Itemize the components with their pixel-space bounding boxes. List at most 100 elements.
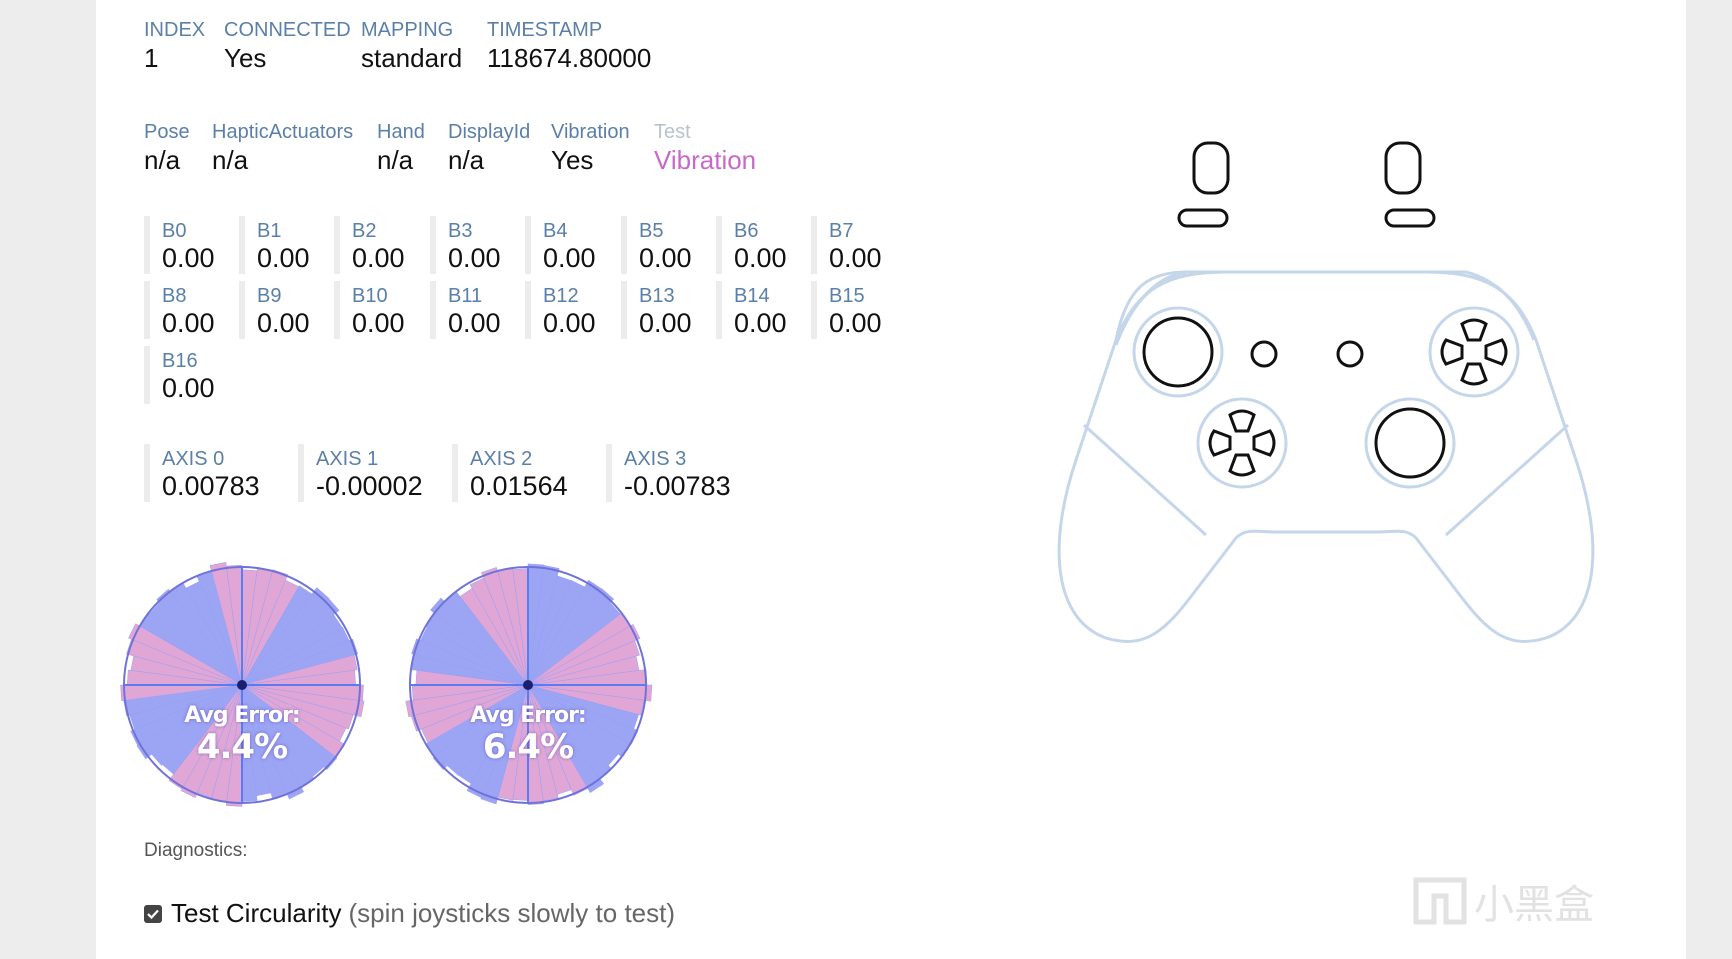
info-connected-label: CONNECTED — [224, 19, 351, 41]
button-value: 0.00 — [352, 243, 405, 273]
circularity-stick-right: Avg Error: 6.4% — [403, 560, 653, 810]
left-stick — [1142, 316, 1214, 388]
button-value: 0.00 — [448, 308, 501, 338]
left-stick-ring — [1132, 306, 1224, 398]
feature-vibration-label: Vibration — [551, 121, 630, 143]
button-value: 0.00 — [639, 243, 692, 273]
button-label: B10 — [352, 285, 388, 307]
button-label: B6 — [734, 220, 759, 242]
feature-pose-value: n/a — [144, 145, 181, 175]
scrollbar[interactable] — [1712, 0, 1732, 959]
feature-vibration: Vibration Yes — [551, 120, 630, 176]
avg-error-right-label: Avg Error: — [470, 703, 586, 728]
info-connected-value: Yes — [224, 43, 267, 73]
feature-hand-label: Hand — [377, 121, 425, 143]
button-value: 0.00 — [734, 308, 787, 338]
button-cell-b5: B5 0.00 — [621, 216, 717, 274]
avg-error-left-value: 4.4% — [196, 727, 288, 767]
button-value: 0.00 — [162, 308, 215, 338]
info-timestamp-value: 118674.80000 — [487, 43, 652, 73]
right-bumper — [1384, 208, 1436, 228]
test-circularity-row[interactable]: Test Circularity (spin joysticks slowly … — [144, 898, 675, 929]
button-cell-b10: B10 0.00 — [334, 281, 430, 339]
button-cell-b9: B9 0.00 — [239, 281, 335, 339]
axis-cell-1: AXIS 1 -0.00002 — [298, 444, 448, 502]
feature-display-label: DisplayId — [448, 121, 531, 143]
test-vibration-button[interactable]: Vibration — [654, 144, 756, 176]
info-index-value: 1 — [144, 43, 159, 73]
button-cell-b15: B15 0.00 — [811, 281, 907, 339]
button-value: 0.00 — [829, 308, 882, 338]
button-cell-b12: B12 0.00 — [525, 281, 621, 339]
face-buttons — [1440, 318, 1508, 386]
feature-display: DisplayId n/a — [448, 120, 530, 176]
button-value: 0.00 — [734, 243, 787, 273]
left-trigger — [1192, 141, 1230, 195]
axis-value: -0.00002 — [316, 471, 423, 501]
right-trigger — [1384, 141, 1422, 195]
info-index: INDEX 1 — [144, 18, 205, 74]
info-index-label: INDEX — [144, 19, 206, 41]
button-label: B9 — [257, 285, 282, 307]
button-label: B14 — [734, 285, 770, 307]
button-value: 0.00 — [162, 373, 215, 403]
checkmark-icon — [147, 909, 159, 919]
feature-vibration-value: Yes — [551, 145, 594, 175]
button-value: 0.00 — [543, 308, 596, 338]
feature-haptic: HapticActuators n/a — [212, 120, 353, 176]
axis-label: AXIS 1 — [316, 448, 379, 470]
right-stick-ring — [1364, 397, 1456, 489]
button-cell-b6: B6 0.00 — [716, 216, 812, 274]
circularity-plot-right — [405, 563, 653, 806]
button-value: 0.00 — [257, 243, 310, 273]
axis-label: AXIS 3 — [624, 448, 687, 470]
feature-test-label: Test — [654, 121, 691, 143]
axis-cell-2: AXIS 2 0.01564 — [452, 444, 602, 502]
button-cell-b1: B1 0.00 — [239, 216, 335, 274]
page: INDEX 1 CONNECTED Yes MAPPING standard T… — [96, 0, 1686, 959]
feature-haptic-value: n/a — [212, 145, 249, 175]
watermark-logo: 小黑盒 — [1406, 868, 1616, 934]
test-circularity-label[interactable]: Test Circularity — [171, 898, 341, 929]
feature-test[interactable]: Test Vibration — [654, 120, 756, 176]
button-value: 0.00 — [257, 308, 310, 338]
diagnostics-label: Diagnostics: — [144, 840, 248, 861]
button-value: 0.00 — [639, 308, 692, 338]
avg-error-right-value: 6.4% — [482, 727, 574, 767]
axis-label: AXIS 2 — [470, 448, 533, 470]
button-label: B15 — [829, 285, 865, 307]
watermark-box-icon: 小黑盒 — [1413, 877, 1594, 928]
test-circularity-checkbox[interactable] — [144, 904, 162, 923]
button-value: 0.00 — [162, 243, 215, 273]
stick-center-dot — [237, 680, 247, 690]
button-label: B4 — [543, 220, 568, 242]
feature-display-value: n/a — [448, 145, 485, 175]
gamepad-body — [1057, 270, 1595, 643]
feature-pose-label: Pose — [144, 121, 190, 143]
axis-value: 0.00783 — [162, 471, 260, 501]
button-label: B11 — [448, 285, 483, 307]
select-button — [1250, 340, 1278, 368]
button-cell-b3: B3 0.00 — [430, 216, 526, 274]
button-cell-b11: B11 0.00 — [430, 281, 526, 339]
button-label: B7 — [829, 220, 854, 242]
avg-error-left-label: Avg Error: — [184, 703, 300, 728]
button-cell-b2: B2 0.00 — [334, 216, 430, 274]
axis-label: AXIS 0 — [162, 448, 225, 470]
avg-error-right: Avg Error: 6.4% — [403, 703, 653, 765]
button-label: B13 — [639, 285, 675, 307]
info-mapping-label: MAPPING — [361, 19, 454, 41]
circularity-stick-left: Avg Error: 4.4% — [117, 560, 367, 810]
button-label: B12 — [543, 285, 579, 307]
button-cell-b7: B7 0.00 — [811, 216, 907, 274]
watermark-text: 小黑盒 — [1474, 882, 1594, 928]
stick-center-dot — [523, 680, 533, 690]
button-cell-b4: B4 0.00 — [525, 216, 621, 274]
button-label: B1 — [257, 220, 282, 242]
avg-error-left: Avg Error: 4.4% — [117, 703, 367, 765]
feature-hand: Hand n/a — [377, 120, 425, 176]
feature-hand-value: n/a — [377, 145, 414, 175]
button-cell-b8: B8 0.00 — [144, 281, 240, 339]
start-button — [1336, 340, 1364, 368]
button-label: B5 — [639, 220, 664, 242]
